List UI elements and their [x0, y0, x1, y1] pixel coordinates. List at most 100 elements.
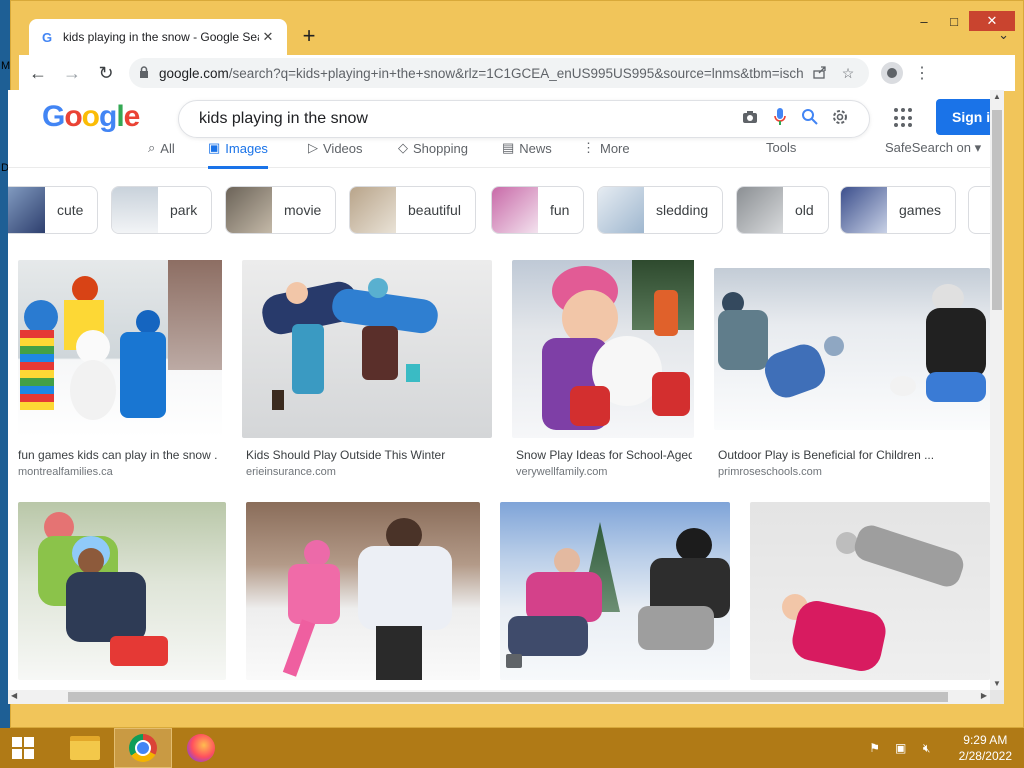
image-result[interactable] [750, 502, 990, 680]
image-result-title[interactable]: Kids Should Play Outside This Winter [246, 448, 494, 462]
folder-icon [70, 736, 100, 760]
image-icon: ▣ [208, 140, 221, 155]
search-icon[interactable] [795, 108, 825, 131]
image-result[interactable] [246, 502, 480, 680]
bookmark-star-icon[interactable]: ☆ [837, 65, 859, 82]
tab-videos[interactable]: ▷ Videos [308, 140, 363, 156]
browser-toolbar: ← → ↻ google.com/search?q=kids+playing+i… [19, 55, 1015, 91]
new-tab-button[interactable]: + [297, 25, 321, 49]
tab-search-chevron-icon[interactable]: ⌄ [998, 27, 1009, 43]
image-result[interactable] [18, 502, 226, 680]
chip-thumbnail [737, 187, 783, 233]
clock[interactable]: 9:29 AM 2/28/2022 [959, 732, 1012, 764]
volume-muted-icon[interactable]: 🔇︎ [919, 740, 935, 756]
tag-icon: ◇ [398, 140, 408, 155]
firefox-taskbar-button[interactable] [172, 728, 230, 768]
camera-icon[interactable] [735, 110, 765, 129]
chips-next-arrow[interactable] [968, 186, 990, 234]
image-result-source[interactable]: erieinsurance.com [246, 466, 494, 478]
vertical-scrollbar[interactable]: ▲ ▼ [990, 90, 1004, 690]
file-explorer-taskbar-button[interactable] [56, 728, 114, 768]
video-badge-icon [506, 654, 522, 668]
title-bar[interactable] [11, 1, 1023, 21]
share-icon[interactable] [809, 65, 831, 82]
browser-tab[interactable]: G kids playing in the snow - Google Sear… [29, 19, 287, 55]
tab-news[interactable]: ▤ News [502, 140, 552, 156]
forward-button[interactable]: → [57, 58, 87, 88]
tab-images[interactable]: ▣ Images [208, 140, 268, 169]
chip-beautiful[interactable]: beautiful [349, 186, 476, 234]
page-viewport: Google kids playing in the snow Sign in … [8, 90, 990, 690]
image-result-title[interactable]: fun games kids can play in the snow ... [18, 448, 218, 462]
image-result[interactable] [242, 260, 492, 438]
back-button[interactable]: ← [23, 58, 53, 88]
image-result-source[interactable]: verywellfamily.com [516, 466, 692, 478]
chip-fun[interactable]: fun [491, 186, 585, 234]
close-tab-icon[interactable]: ✕ [259, 29, 277, 45]
profile-button[interactable] [877, 58, 907, 88]
tab-more[interactable]: ⋮ More [582, 140, 630, 156]
action-center-flag-icon[interactable]: ⚑ [867, 740, 883, 756]
url-text: google.com/search?q=kids+playing+in+the+… [159, 65, 803, 81]
google-logo[interactable]: Google [42, 100, 140, 134]
google-apps-grid-icon[interactable] [894, 108, 914, 128]
chip-thumbnail [598, 187, 644, 233]
chrome-icon [129, 734, 157, 762]
chip-movie[interactable]: movie [225, 186, 337, 234]
chip-cute[interactable]: cute [8, 186, 99, 234]
start-button[interactable] [0, 728, 46, 768]
chip-thumbnail [841, 187, 887, 233]
sign-in-button[interactable]: Sign in [936, 99, 990, 135]
tab-all[interactable]: ⌕ All [148, 140, 175, 156]
image-result[interactable] [18, 260, 222, 438]
lock-icon[interactable] [139, 65, 149, 81]
news-icon: ▤ [502, 140, 515, 155]
image-result-source[interactable]: montrealfamilies.ca [18, 466, 218, 478]
scroll-down-arrow-icon[interactable]: ▼ [993, 679, 1001, 688]
tab-shopping[interactable]: ◇ Shopping [398, 140, 468, 156]
tab-title: kids playing in the snow - Google Search [63, 30, 259, 44]
more-dots-icon: ⋮ [582, 140, 595, 155]
vertical-scroll-thumb[interactable] [992, 110, 1002, 310]
firefox-icon [187, 734, 215, 762]
safesearch-dropdown[interactable]: SafeSearch on ▾ [885, 140, 981, 156]
taskbar: ⚑ ▣ 🔇︎ 9:29 AM 2/28/2022 [0, 728, 1024, 768]
system-tray: ⚑ ▣ 🔇︎ 9:29 AM 2/28/2022 [867, 728, 1012, 768]
horizontal-scroll-thumb[interactable] [68, 692, 948, 702]
image-result[interactable] [714, 268, 990, 430]
network-icon[interactable]: ▣ [893, 740, 909, 756]
clock-time: 9:29 AM [963, 733, 1008, 747]
chip-old[interactable]: old [736, 186, 829, 234]
chip-park[interactable]: park [111, 186, 213, 234]
avatar [881, 62, 903, 84]
search-query[interactable]: kids playing in the snow [199, 110, 735, 128]
tab-strip: G kids playing in the snow - Google Sear… [19, 19, 1015, 55]
chrome-menu-icon[interactable]: ⋮ [907, 58, 937, 88]
scroll-left-arrow-icon[interactable]: ◀ [11, 691, 17, 700]
tools-button[interactable]: Tools [766, 140, 796, 155]
scroll-right-arrow-icon[interactable]: ▶ [981, 691, 987, 700]
microphone-icon[interactable] [765, 107, 795, 131]
search-icon: ⌕ [148, 140, 156, 155]
address-bar[interactable]: google.com/search?q=kids+playing+in+the+… [129, 58, 869, 88]
windows-logo-icon [12, 737, 34, 759]
chip-thumbnail [8, 187, 45, 233]
image-result[interactable] [512, 260, 694, 438]
image-result-title[interactable]: Outdoor Play is Beneficial for Children … [718, 448, 958, 462]
google-favicon-icon: G [41, 29, 53, 45]
scroll-up-arrow-icon[interactable]: ▲ [993, 92, 1001, 101]
search-tabs: ⌕ All ▣ Images ▷ Videos ◇ Shopping ▤ News ⋮ Mo… [8, 138, 990, 169]
image-result-source[interactable]: primroseschools.com [718, 466, 958, 478]
clock-date: 2/28/2022 [958, 749, 1012, 763]
image-result[interactable] [500, 502, 730, 680]
horizontal-scrollbar[interactable]: ◀ ▶ [8, 690, 990, 704]
chip-thumbnail [112, 187, 158, 233]
chrome-taskbar-button[interactable] [114, 728, 172, 768]
settings-gear-icon[interactable] [825, 108, 855, 131]
reload-button[interactable]: ↻ [91, 58, 121, 88]
chip-sledding[interactable]: sledding [597, 186, 724, 234]
image-result-title[interactable]: Snow Play Ideas for School-Aged Kids [516, 448, 692, 462]
search-input[interactable]: kids playing in the snow [178, 100, 870, 138]
chip-games[interactable]: games [840, 186, 957, 234]
play-icon: ▷ [308, 140, 318, 155]
